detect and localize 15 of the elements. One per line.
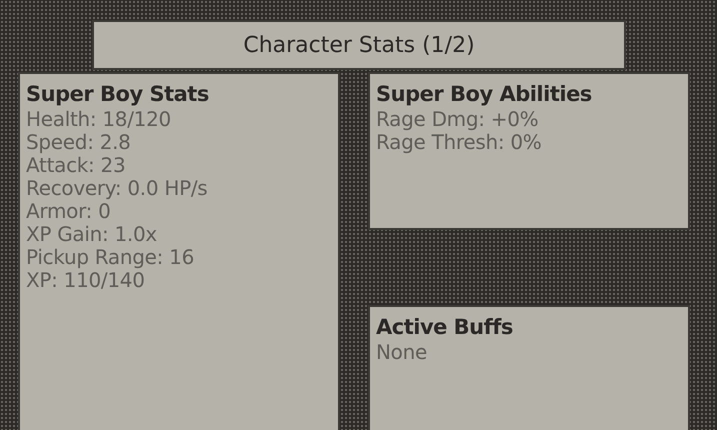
stat-line: XP: 110/140 <box>26 269 145 292</box>
panel-heading: Super Boy Stats <box>26 81 210 108</box>
stat-line: Health: 18/120 <box>26 108 172 131</box>
stat-line: Pickup Range: 16 <box>26 246 196 269</box>
ability-line: Rage Dmg: +0% <box>376 108 540 131</box>
screen-title: Character Stats (1/2) <box>243 32 475 58</box>
panel-heading: Active Buffs <box>376 314 514 341</box>
buff-line: None <box>376 341 428 364</box>
stat-line: Attack: 23 <box>26 154 126 177</box>
stat-line: Armor: 0 <box>26 200 111 223</box>
stat-line: XP Gain: 1.0x <box>26 223 158 246</box>
ability-line: Rage Thresh: 0% <box>376 131 542 154</box>
stat-line: Recovery: 0.0 HP/s <box>26 177 208 200</box>
stat-line: Speed: 2.8 <box>26 131 132 154</box>
panel-heading: Super Boy Abilities <box>376 81 593 108</box>
